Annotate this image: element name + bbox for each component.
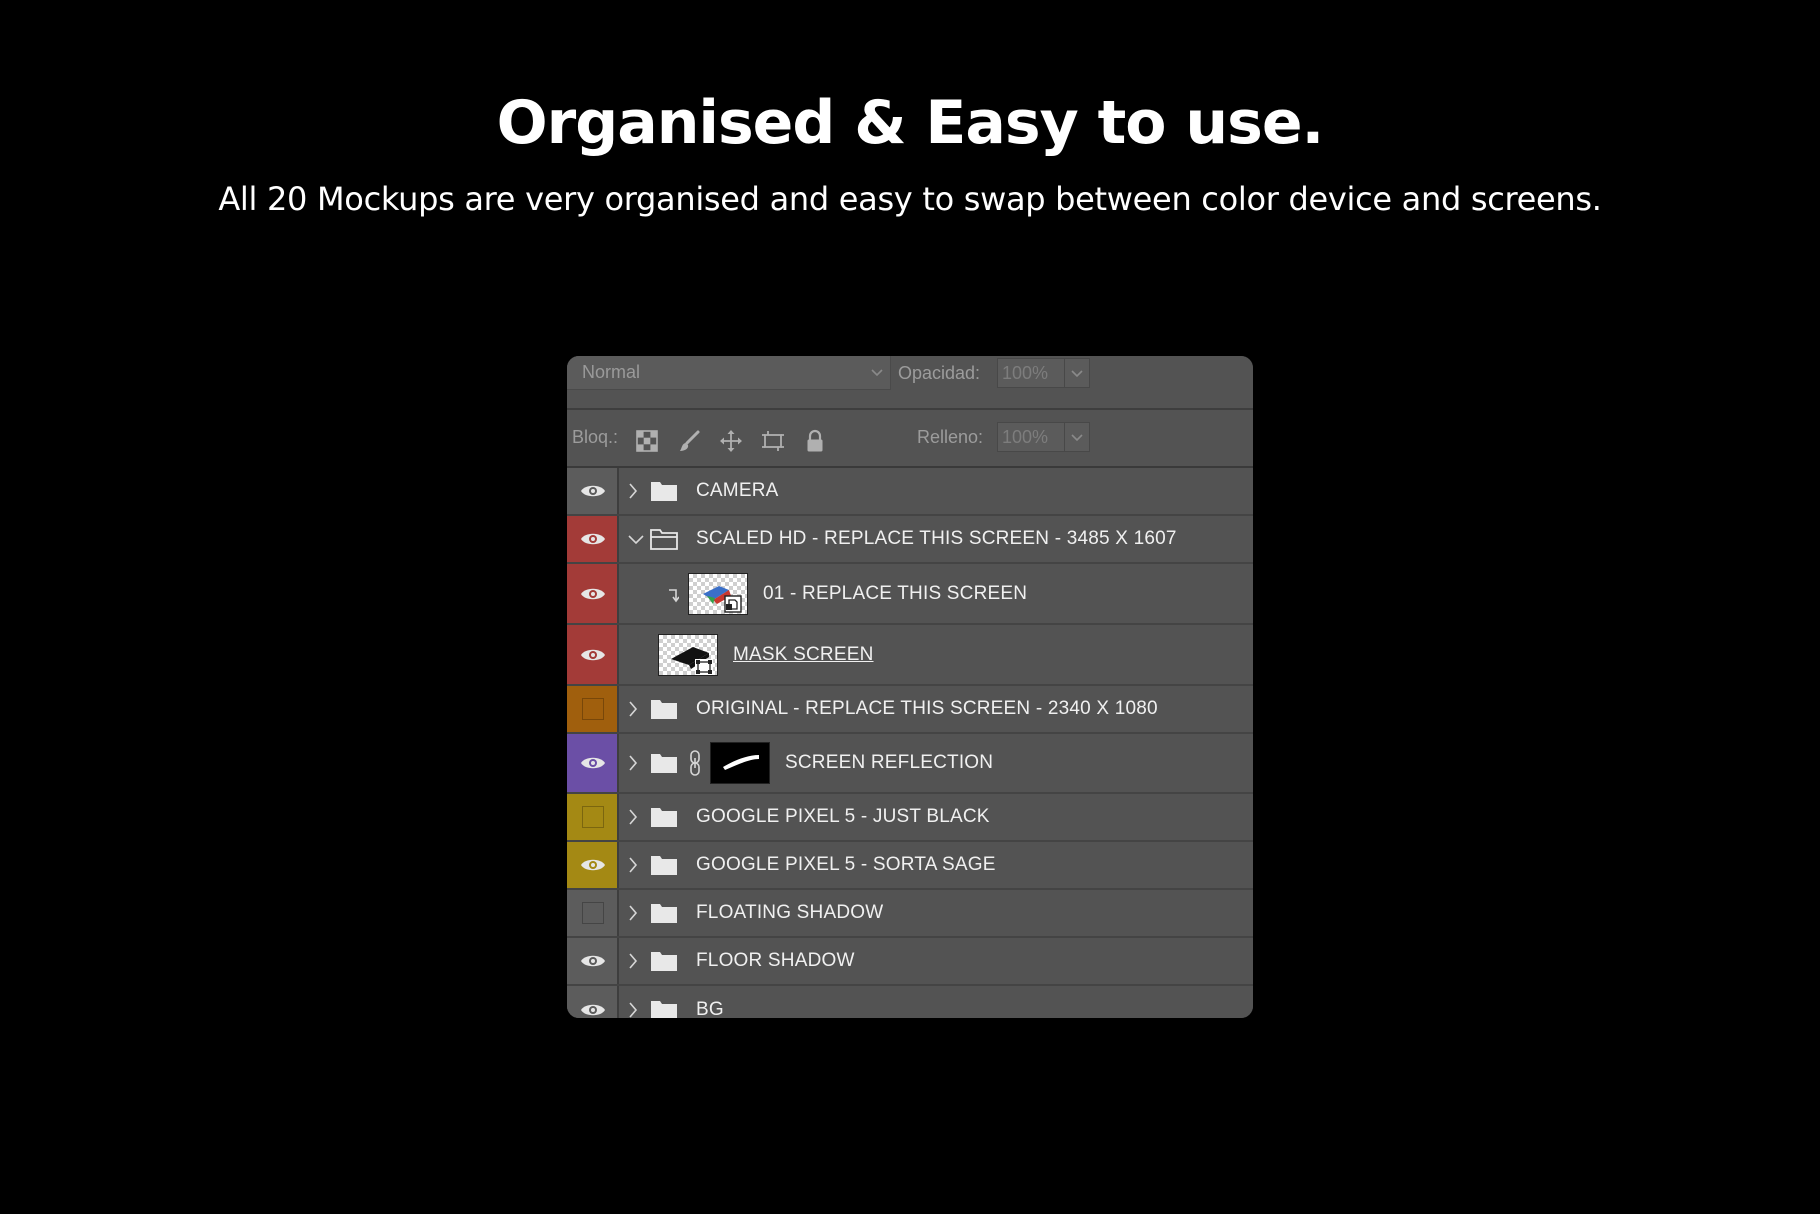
chevron-right-icon[interactable]	[627, 903, 639, 923]
visibility-toggle[interactable]	[567, 516, 619, 562]
layer-row[interactable]: FLOOR SHADOW	[567, 938, 1253, 986]
layer-name: GOOGLE PIXEL 5 - SORTA SAGE	[696, 854, 996, 875]
layer-row[interactable]: FLOATING SHADOW	[567, 890, 1253, 938]
lock-icon[interactable]	[803, 429, 827, 453]
opacity-dropdown-button[interactable]	[1064, 358, 1090, 388]
folder-icon	[650, 950, 678, 972]
layer-name: FLOATING SHADOW	[696, 902, 884, 923]
eye-icon	[581, 955, 605, 967]
layer-name: BG	[696, 999, 724, 1018]
clipping-mask-icon	[667, 584, 680, 604]
layer-mask-thumbnail[interactable]	[710, 742, 770, 784]
layer-name: SCREEN REFLECTION	[785, 752, 994, 773]
eye-icon	[581, 588, 605, 599]
visibility-toggle[interactable]	[567, 734, 619, 792]
layer-name: MASK SCREEN	[733, 643, 874, 665]
chevron-right-icon[interactable]	[627, 699, 639, 719]
folder-icon	[650, 752, 678, 774]
chevron-right-icon[interactable]	[627, 951, 639, 971]
opacity-label: Opacidad:	[898, 363, 981, 383]
page-headline: Organised & Easy to use.	[496, 88, 1325, 158]
lock-options-bar: Bloq.: Relleno: 100%	[567, 410, 1253, 468]
fill-label: Relleno:	[917, 427, 984, 447]
layer-name: ORIGINAL - REPLACE THIS SCREEN - 2340 X …	[696, 698, 1158, 719]
layer-row[interactable]: 01 - REPLACE THIS SCREEN	[567, 564, 1253, 625]
fill-input[interactable]: 100%	[997, 422, 1065, 452]
layer-row[interactable]: ORIGINAL - REPLACE THIS SCREEN - 2340 X …	[567, 686, 1253, 734]
visibility-toggle[interactable]	[567, 938, 619, 984]
layer-name: 01 - REPLACE THIS SCREEN	[763, 582, 1028, 604]
fill-dropdown-button[interactable]	[1064, 422, 1090, 452]
visibility-toggle[interactable]	[567, 625, 619, 684]
folder-icon	[650, 902, 678, 924]
lock-label: Bloq.:	[572, 427, 619, 447]
visibility-toggle[interactable]	[567, 794, 619, 840]
artboard-icon[interactable]	[761, 429, 785, 453]
folder-icon	[650, 999, 678, 1018]
hidden-visibility-box	[582, 698, 604, 720]
eye-icon	[581, 649, 605, 660]
move-icon[interactable]	[719, 429, 743, 453]
chevron-down-icon	[1071, 370, 1083, 378]
chevron-down-icon	[870, 356, 884, 399]
layer-name: CAMERA	[696, 480, 779, 501]
layer-row[interactable]: SCREEN REFLECTION	[567, 734, 1253, 794]
visibility-toggle[interactable]	[567, 564, 619, 623]
visibility-toggle[interactable]	[567, 890, 619, 936]
page-subline: All 20 Mockups are very organised and ea…	[218, 180, 1602, 218]
shape-thumbnail[interactable]	[658, 633, 718, 676]
folder-icon	[650, 480, 678, 502]
chevron-right-icon[interactable]	[627, 1000, 639, 1018]
smart-object-thumbnail[interactable]	[688, 572, 748, 615]
visibility-toggle[interactable]	[567, 986, 619, 1018]
brush-icon[interactable]	[677, 429, 701, 453]
hidden-visibility-box	[582, 806, 604, 828]
eye-icon	[581, 485, 605, 497]
visibility-toggle[interactable]	[567, 686, 619, 732]
hidden-visibility-box	[582, 902, 604, 924]
layer-name: FLOOR SHADOW	[696, 950, 855, 971]
layer-row[interactable]: GOOGLE PIXEL 5 - SORTA SAGE	[567, 842, 1253, 890]
chevron-down-icon	[1071, 434, 1083, 442]
layer-name: SCALED HD - REPLACE THIS SCREEN - 3485 X…	[696, 528, 1177, 549]
chevron-right-icon[interactable]	[627, 807, 639, 827]
folder-open-icon	[650, 528, 678, 550]
layer-name: GOOGLE PIXEL 5 - JUST BLACK	[696, 806, 990, 827]
lock-transparent-pixels-icon[interactable]	[635, 429, 659, 453]
layer-row[interactable]: SCALED HD - REPLACE THIS SCREEN - 3485 X…	[567, 516, 1253, 564]
layer-row[interactable]: BG	[567, 986, 1253, 1018]
layer-row[interactable]: CAMERA	[567, 468, 1253, 516]
folder-icon	[650, 854, 678, 876]
visibility-toggle[interactable]	[567, 468, 619, 514]
link-icon[interactable]	[688, 750, 702, 776]
chevron-right-icon[interactable]	[627, 855, 639, 875]
folder-icon	[650, 698, 678, 720]
eye-icon	[581, 533, 605, 545]
blend-mode-select[interactable]: Normal	[567, 356, 891, 390]
eye-icon	[581, 859, 605, 871]
layer-row[interactable]: MASK SCREEN	[567, 625, 1253, 686]
layer-row[interactable]: GOOGLE PIXEL 5 - JUST BLACK	[567, 794, 1253, 842]
eye-icon	[581, 757, 605, 769]
eye-icon	[581, 1004, 605, 1016]
chevron-right-icon[interactable]	[627, 481, 639, 501]
folder-icon	[650, 806, 678, 828]
blend-options-bar: Normal Opacidad: 100%	[567, 356, 1253, 410]
chevron-down-icon[interactable]	[627, 529, 645, 549]
visibility-toggle[interactable]	[567, 842, 619, 888]
chevron-right-icon[interactable]	[627, 753, 639, 773]
layers-list: CAMERA SCALED HD - REPLACE THIS SCREEN -…	[567, 468, 1253, 1018]
blend-mode-value: Normal	[582, 362, 641, 382]
layers-panel: Normal Opacidad: 100% Bloq.: Relleno: 10	[567, 356, 1253, 1018]
opacity-input[interactable]: 100%	[997, 358, 1065, 388]
